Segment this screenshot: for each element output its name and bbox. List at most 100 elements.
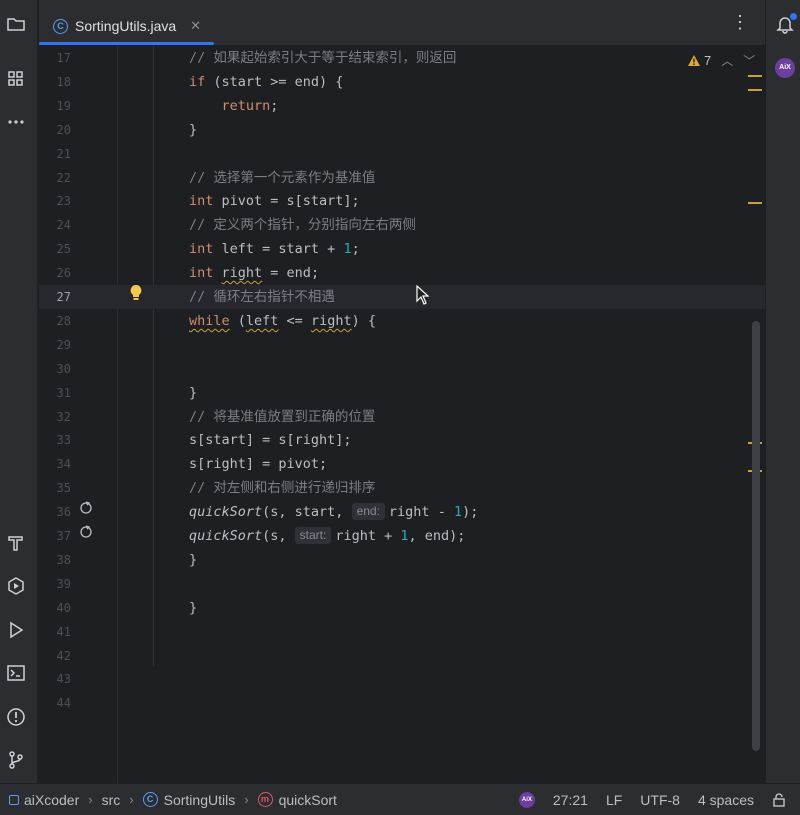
- breadcrumb-class[interactable]: SortingUtils: [164, 792, 236, 808]
- code-line[interactable]: 34 s[right] = pivot;: [39, 452, 765, 476]
- code-token: int: [189, 265, 214, 282]
- line-number[interactable]: 28: [39, 309, 71, 333]
- right-tool-strip: AiX: [765, 0, 800, 783]
- line-number[interactable]: 36: [39, 500, 71, 524]
- recursive-call-icon: [80, 525, 92, 538]
- line-number[interactable]: 33: [39, 428, 71, 452]
- line-separator[interactable]: LF: [606, 792, 622, 808]
- code-line[interactable]: 41: [39, 620, 765, 644]
- terminal-icon[interactable]: [5, 663, 27, 685]
- code-token: s[start] = s[right];: [189, 432, 352, 449]
- line-number[interactable]: 18: [39, 70, 71, 94]
- code-line[interactable]: 39: [39, 572, 765, 596]
- inspection-widget[interactable]: 7 ︿ ﹀: [687, 52, 755, 69]
- lock-icon[interactable]: [772, 793, 786, 807]
- code-line[interactable]: 20}: [39, 118, 765, 142]
- code-line[interactable]: 35 // 对左侧和右侧进行递归排序: [39, 476, 765, 500]
- problems-icon[interactable]: [5, 707, 27, 729]
- line-number[interactable]: 21: [39, 142, 71, 166]
- code-line[interactable]: 17 // 如果起始索引大于等于结束索引，则返回: [39, 46, 765, 70]
- code-line[interactable]: 37 quickSort(s, start: right + 1, end);: [39, 524, 765, 548]
- code-token: pivot = s[start];: [213, 193, 360, 210]
- line-number[interactable]: 23: [39, 189, 71, 213]
- next-highlight-icon[interactable]: ﹀: [743, 52, 755, 69]
- warning-stripe-marker[interactable]: [748, 75, 762, 77]
- code-text: int pivot = s[start];: [189, 189, 360, 213]
- line-number[interactable]: 25: [39, 237, 71, 261]
- code-line[interactable]: 28 while (left <= right) {: [39, 309, 765, 333]
- file-encoding[interactable]: UTF-8: [640, 792, 680, 808]
- breadcrumb-method[interactable]: quickSort: [279, 792, 337, 808]
- vertical-scrollbar[interactable]: [752, 321, 760, 751]
- line-number[interactable]: 38: [39, 548, 71, 572]
- code-line[interactable]: 30: [39, 357, 765, 381]
- line-number[interactable]: 42: [39, 644, 71, 668]
- line-number[interactable]: 20: [39, 118, 71, 142]
- code-line[interactable]: 36 quickSort(s, start, end: right - 1);: [39, 500, 765, 524]
- run-icon[interactable]: [5, 620, 27, 642]
- line-number[interactable]: 30: [39, 357, 71, 381]
- line-number[interactable]: 17: [39, 46, 71, 70]
- git-branch-icon[interactable]: [5, 750, 27, 772]
- code-token: , end);: [408, 528, 466, 544]
- line-number[interactable]: 31: [39, 381, 71, 405]
- line-number[interactable]: 44: [39, 691, 71, 715]
- code-line[interactable]: 32 // 将基准值放置到正确的位置: [39, 405, 765, 429]
- build-hammer-icon[interactable]: [5, 533, 27, 555]
- line-number[interactable]: 27: [39, 285, 71, 309]
- line-number[interactable]: 43: [39, 667, 71, 691]
- tab-options-menu-icon[interactable]: ⋮: [731, 13, 749, 31]
- intention-bulb-icon[interactable]: [129, 284, 143, 302]
- aixcoder-assistant-icon[interactable]: AiX: [775, 58, 795, 78]
- project-folder-icon[interactable]: [5, 14, 27, 36]
- code-line[interactable]: 43: [39, 667, 765, 691]
- line-number[interactable]: 32: [39, 405, 71, 429]
- indent-setting[interactable]: 4 spaces: [698, 792, 754, 808]
- editor-tab-bar: C SortingUtils.java ✕ ⋮: [39, 0, 765, 46]
- line-number[interactable]: 39: [39, 572, 71, 596]
- code-line[interactable]: 38}: [39, 548, 765, 572]
- code-line[interactable]: 29: [39, 333, 765, 357]
- code-line[interactable]: 26 int right = end;: [39, 261, 765, 285]
- code-line[interactable]: 27 // 循环左右指针不相遇: [39, 285, 765, 309]
- code-line[interactable]: 22 // 选择第一个元素作为基准值: [39, 166, 765, 190]
- caret-position[interactable]: 27:21: [553, 792, 588, 808]
- line-number[interactable]: 41: [39, 620, 71, 644]
- breadcrumb-project[interactable]: aiXcoder: [24, 792, 79, 808]
- code-line[interactable]: 40}: [39, 596, 765, 620]
- close-icon[interactable]: ✕: [190, 18, 201, 34]
- warning-stripe-marker[interactable]: [748, 202, 762, 204]
- structure-icon[interactable]: [5, 69, 27, 91]
- code-line[interactable]: 23 int pivot = s[start];: [39, 189, 765, 213]
- line-number[interactable]: 37: [39, 524, 71, 548]
- code-line[interactable]: 24 // 定义两个指针，分别指向左右两侧: [39, 213, 765, 237]
- line-number[interactable]: 29: [39, 333, 71, 357]
- code-line[interactable]: 44: [39, 691, 765, 715]
- line-number[interactable]: 34: [39, 452, 71, 476]
- method-icon: m: [257, 792, 273, 807]
- services-icon[interactable]: [5, 576, 27, 598]
- line-number[interactable]: 22: [39, 166, 71, 190]
- code-line[interactable]: 25 int left = start + 1;: [39, 237, 765, 261]
- code-text: // 如果起始索引大于等于结束索引，则返回: [189, 46, 456, 70]
- line-number[interactable]: 24: [39, 213, 71, 237]
- line-number[interactable]: 35: [39, 476, 71, 500]
- more-tools-icon[interactable]: [5, 112, 27, 134]
- breadcrumb-folder[interactable]: src: [102, 792, 121, 808]
- code-line[interactable]: 19 return;: [39, 94, 765, 118]
- code-token: quickSort: [189, 528, 263, 544]
- code-line[interactable]: 21: [39, 142, 765, 166]
- code-editor[interactable]: 17 // 如果起始索引大于等于结束索引，则返回 18 if (start >= en…: [39, 46, 765, 783]
- line-number[interactable]: 40: [39, 596, 71, 620]
- previous-highlight-icon[interactable]: ︿: [721, 52, 733, 69]
- aixcoder-status-icon[interactable]: AiX: [518, 792, 535, 808]
- warning-stripe-marker[interactable]: [748, 89, 762, 91]
- code-line[interactable]: 33 s[start] = s[right];: [39, 428, 765, 452]
- code-line[interactable]: 42: [39, 644, 765, 668]
- code-line[interactable]: 18 if (start >= end) {: [39, 70, 765, 94]
- line-number[interactable]: 26: [39, 261, 71, 285]
- code-line[interactable]: 31}: [39, 381, 765, 405]
- line-number[interactable]: 19: [39, 94, 71, 118]
- tab-sortingutils[interactable]: C SortingUtils.java ✕: [39, 8, 214, 45]
